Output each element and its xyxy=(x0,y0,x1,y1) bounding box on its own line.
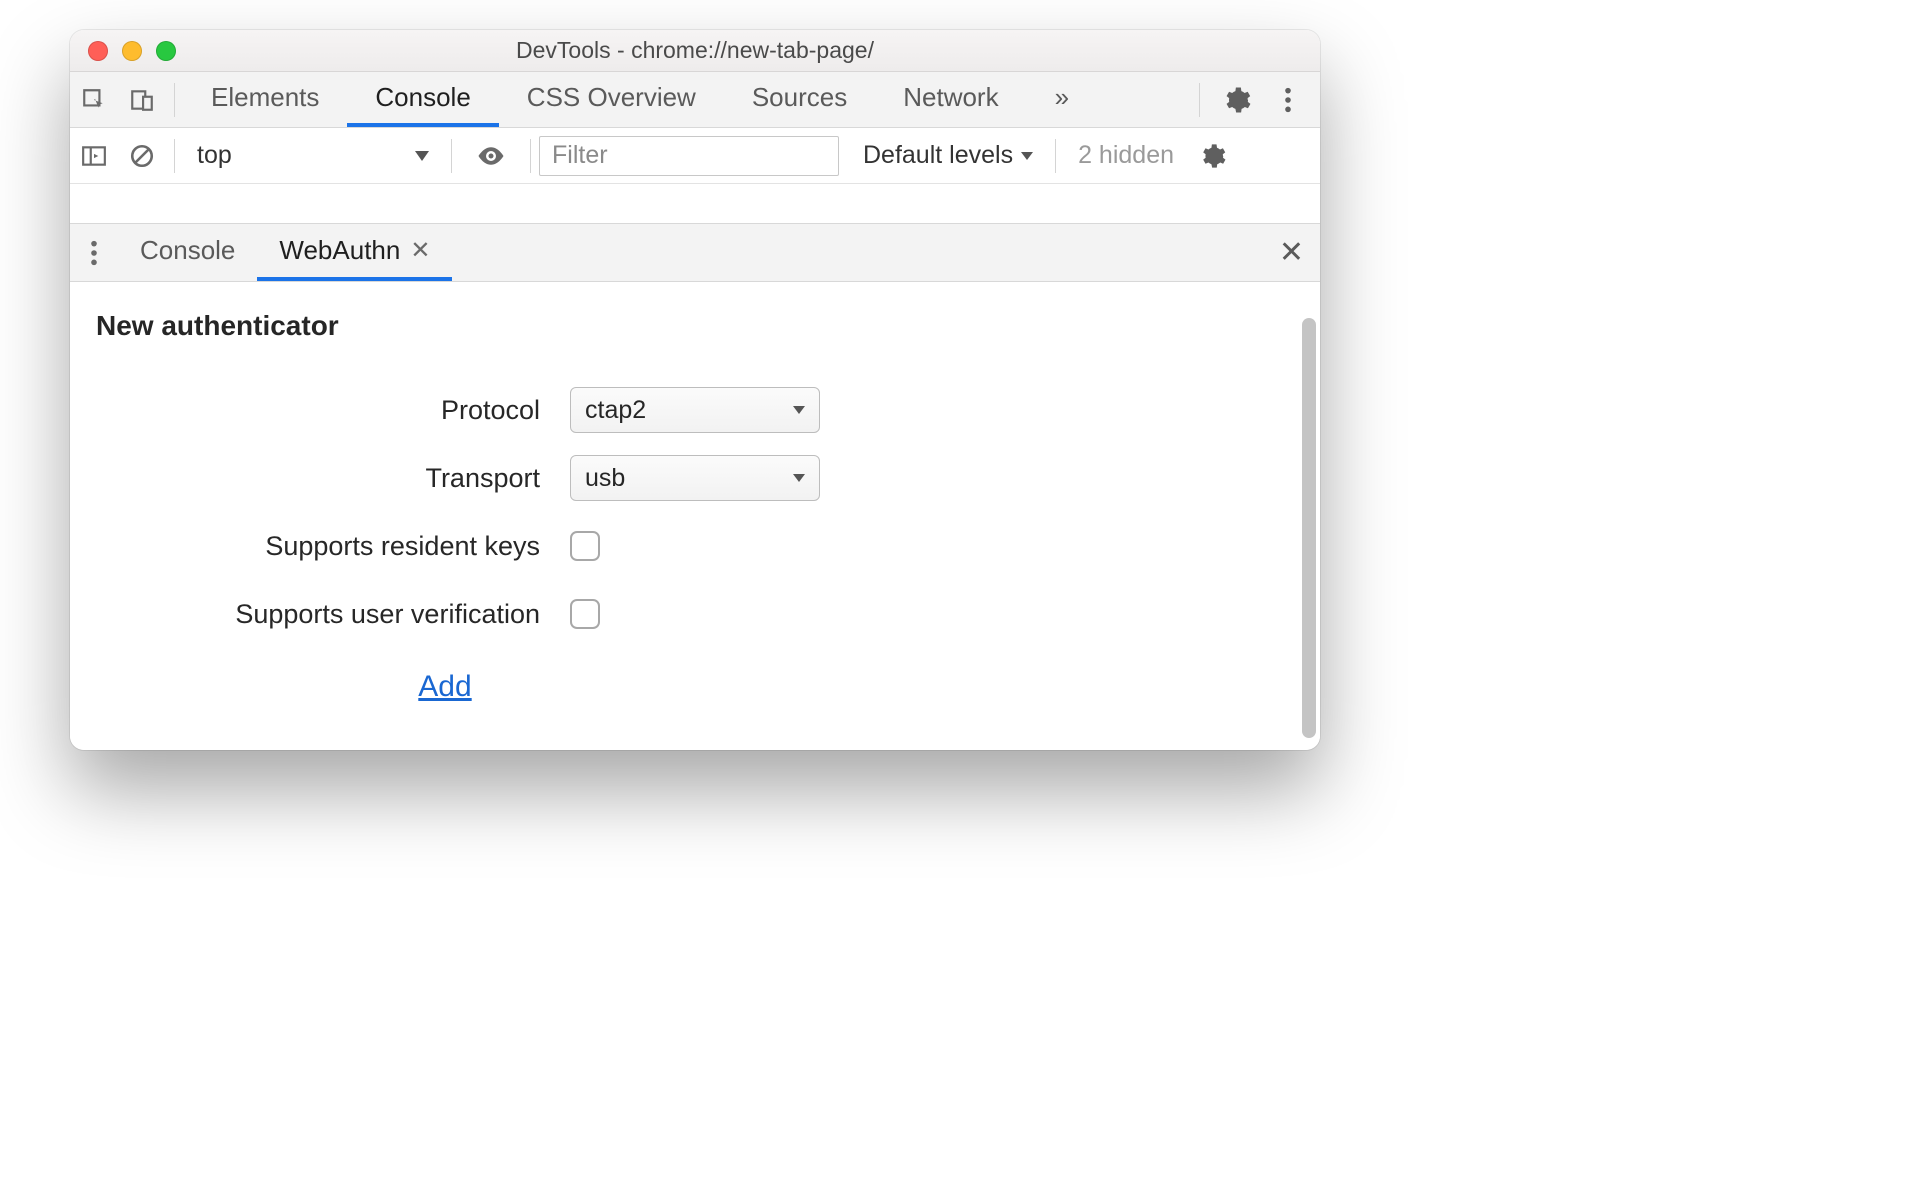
overflow-label: » xyxy=(1055,82,1069,113)
transport-value: usb xyxy=(585,464,625,493)
protocol-value: ctap2 xyxy=(585,396,646,425)
tab-label: Console xyxy=(375,82,470,113)
drawer-tabstrip: Console WebAuthn ✕ ✕ xyxy=(70,224,1320,282)
webauthn-panel: New authenticator Protocol ctap2 Transpo… xyxy=(70,282,1320,750)
console-filter-input[interactable] xyxy=(539,136,839,176)
tab-network[interactable]: Network xyxy=(875,72,1026,127)
transport-label: Transport xyxy=(70,463,570,494)
main-tabbar: Elements Console CSS Overview Sources Ne… xyxy=(70,72,1320,128)
window-title: DevTools - chrome://new-tab-page/ xyxy=(70,37,1320,64)
separator xyxy=(530,139,531,173)
log-levels-select[interactable]: Default levels xyxy=(863,141,1033,170)
hidden-messages-count[interactable]: 2 hidden xyxy=(1078,141,1174,170)
more-menu-icon[interactable] xyxy=(1264,86,1312,114)
drawer-tab-webauthn[interactable]: WebAuthn ✕ xyxy=(257,224,452,281)
resident-keys-checkbox[interactable] xyxy=(570,531,600,561)
protocol-select[interactable]: ctap2 xyxy=(570,387,820,433)
separator xyxy=(174,139,175,173)
tab-console[interactable]: Console xyxy=(347,72,498,127)
resident-keys-label: Supports resident keys xyxy=(70,531,570,562)
user-verification-label: Supports user verification xyxy=(70,599,570,630)
panel-section-title: New authenticator xyxy=(70,282,1320,342)
zoom-window-button[interactable] xyxy=(156,41,176,61)
tabs-overflow[interactable]: » xyxy=(1027,72,1097,127)
devtools-window: DevTools - chrome://new-tab-page/ Elemen… xyxy=(70,30,1320,750)
chevron-down-icon xyxy=(415,151,429,161)
drawer-tab-label: Console xyxy=(140,235,235,266)
separator xyxy=(1199,83,1200,117)
device-toggle-icon[interactable] xyxy=(118,87,166,113)
main-tabs: Elements Console CSS Overview Sources Ne… xyxy=(183,72,1097,127)
console-sidebar-toggle-icon[interactable] xyxy=(70,143,118,169)
console-output xyxy=(70,184,1320,224)
tab-css-overview[interactable]: CSS Overview xyxy=(499,72,724,127)
close-window-button[interactable] xyxy=(88,41,108,61)
add-authenticator-button[interactable]: Add xyxy=(70,670,820,704)
tab-label: Elements xyxy=(211,82,319,113)
scrollbar-thumb[interactable] xyxy=(1302,318,1316,738)
drawer-tab-label: WebAuthn xyxy=(279,235,400,266)
drawer-more-icon[interactable] xyxy=(70,239,118,267)
titlebar: DevTools - chrome://new-tab-page/ xyxy=(70,30,1320,72)
separator xyxy=(451,139,452,173)
context-value: top xyxy=(197,141,232,170)
protocol-label: Protocol xyxy=(70,395,570,426)
console-toolbar: top Default levels 2 hidden xyxy=(70,128,1320,184)
traffic-lights xyxy=(88,41,176,61)
minimize-window-button[interactable] xyxy=(122,41,142,61)
close-tab-icon[interactable]: ✕ xyxy=(410,236,430,265)
levels-label: Default levels xyxy=(863,141,1013,170)
chevron-down-icon xyxy=(1021,152,1033,160)
tab-elements[interactable]: Elements xyxy=(183,72,347,127)
chevron-down-icon xyxy=(793,406,805,414)
drawer-tab-console[interactable]: Console xyxy=(118,224,257,281)
clear-console-icon[interactable] xyxy=(118,143,166,169)
console-settings-gear-icon[interactable] xyxy=(1188,142,1236,170)
transport-select[interactable]: usb xyxy=(570,455,820,501)
settings-gear-icon[interactable] xyxy=(1212,85,1260,115)
inspect-element-icon[interactable] xyxy=(70,87,118,113)
tab-label: Network xyxy=(903,82,998,113)
live-expression-icon[interactable] xyxy=(476,141,506,171)
separator xyxy=(1055,139,1056,173)
new-authenticator-form: Protocol ctap2 Transport usb Supports re… xyxy=(70,376,1320,648)
execution-context-select[interactable]: top xyxy=(183,137,443,174)
user-verification-checkbox[interactable] xyxy=(570,599,600,629)
separator xyxy=(174,83,175,117)
chevron-down-icon xyxy=(793,474,805,482)
close-drawer-icon[interactable]: ✕ xyxy=(1279,235,1304,270)
tab-label: Sources xyxy=(752,82,847,113)
tab-label: CSS Overview xyxy=(527,82,696,113)
tab-sources[interactable]: Sources xyxy=(724,72,875,127)
